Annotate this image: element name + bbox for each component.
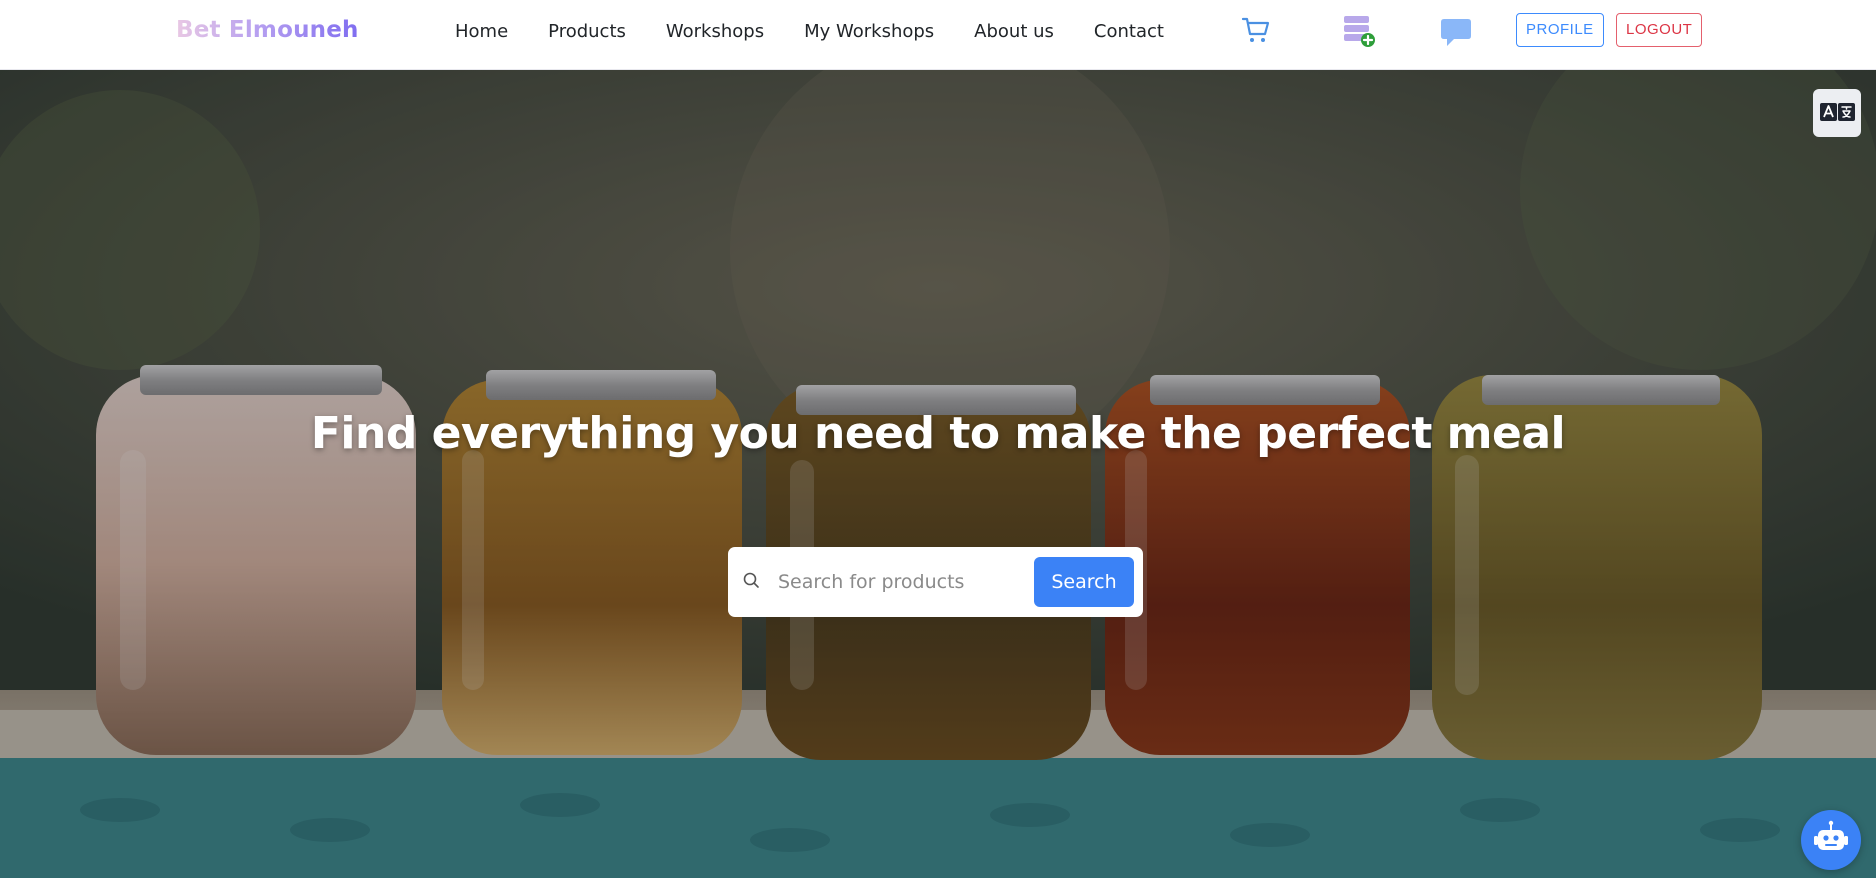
nav-link-home[interactable]: Home xyxy=(455,20,508,44)
profile-button[interactable]: PROFILE xyxy=(1516,13,1604,47)
translate-button[interactable] xyxy=(1813,89,1861,137)
cart-icon[interactable] xyxy=(1241,15,1271,45)
hero-section: Find everything you need to make the per… xyxy=(0,70,1876,878)
robot-icon xyxy=(1814,820,1848,850)
nav-link-contact[interactable]: Contact xyxy=(1094,20,1164,44)
translate-icon xyxy=(1820,103,1855,121)
brand-logo[interactable]: Bet Elmouneh xyxy=(176,17,359,43)
logout-button[interactable]: LOGOUT xyxy=(1616,13,1703,47)
chatbot-button[interactable] xyxy=(1801,810,1861,870)
main-nav: Home Products Workshops My Workshops Abo… xyxy=(455,20,1204,44)
search-input[interactable] xyxy=(778,560,1008,604)
navbar: Bet Elmouneh Home Products Workshops My … xyxy=(0,0,1876,70)
hero-overlay xyxy=(0,70,1876,878)
nav-link-products[interactable]: Products xyxy=(548,20,626,44)
nav-link-my-workshops[interactable]: My Workshops xyxy=(804,20,934,44)
nav-link-about-us[interactable]: About us xyxy=(974,20,1054,44)
search-bar: Search xyxy=(728,547,1143,617)
search-icon xyxy=(743,572,759,588)
nav-link-workshops[interactable]: Workshops xyxy=(666,20,764,44)
search-button[interactable]: Search xyxy=(1034,557,1134,607)
hero-title: Find everything you need to make the per… xyxy=(310,408,1566,459)
add-product-icon[interactable] xyxy=(1342,14,1376,48)
chat-icon[interactable] xyxy=(1440,16,1472,48)
